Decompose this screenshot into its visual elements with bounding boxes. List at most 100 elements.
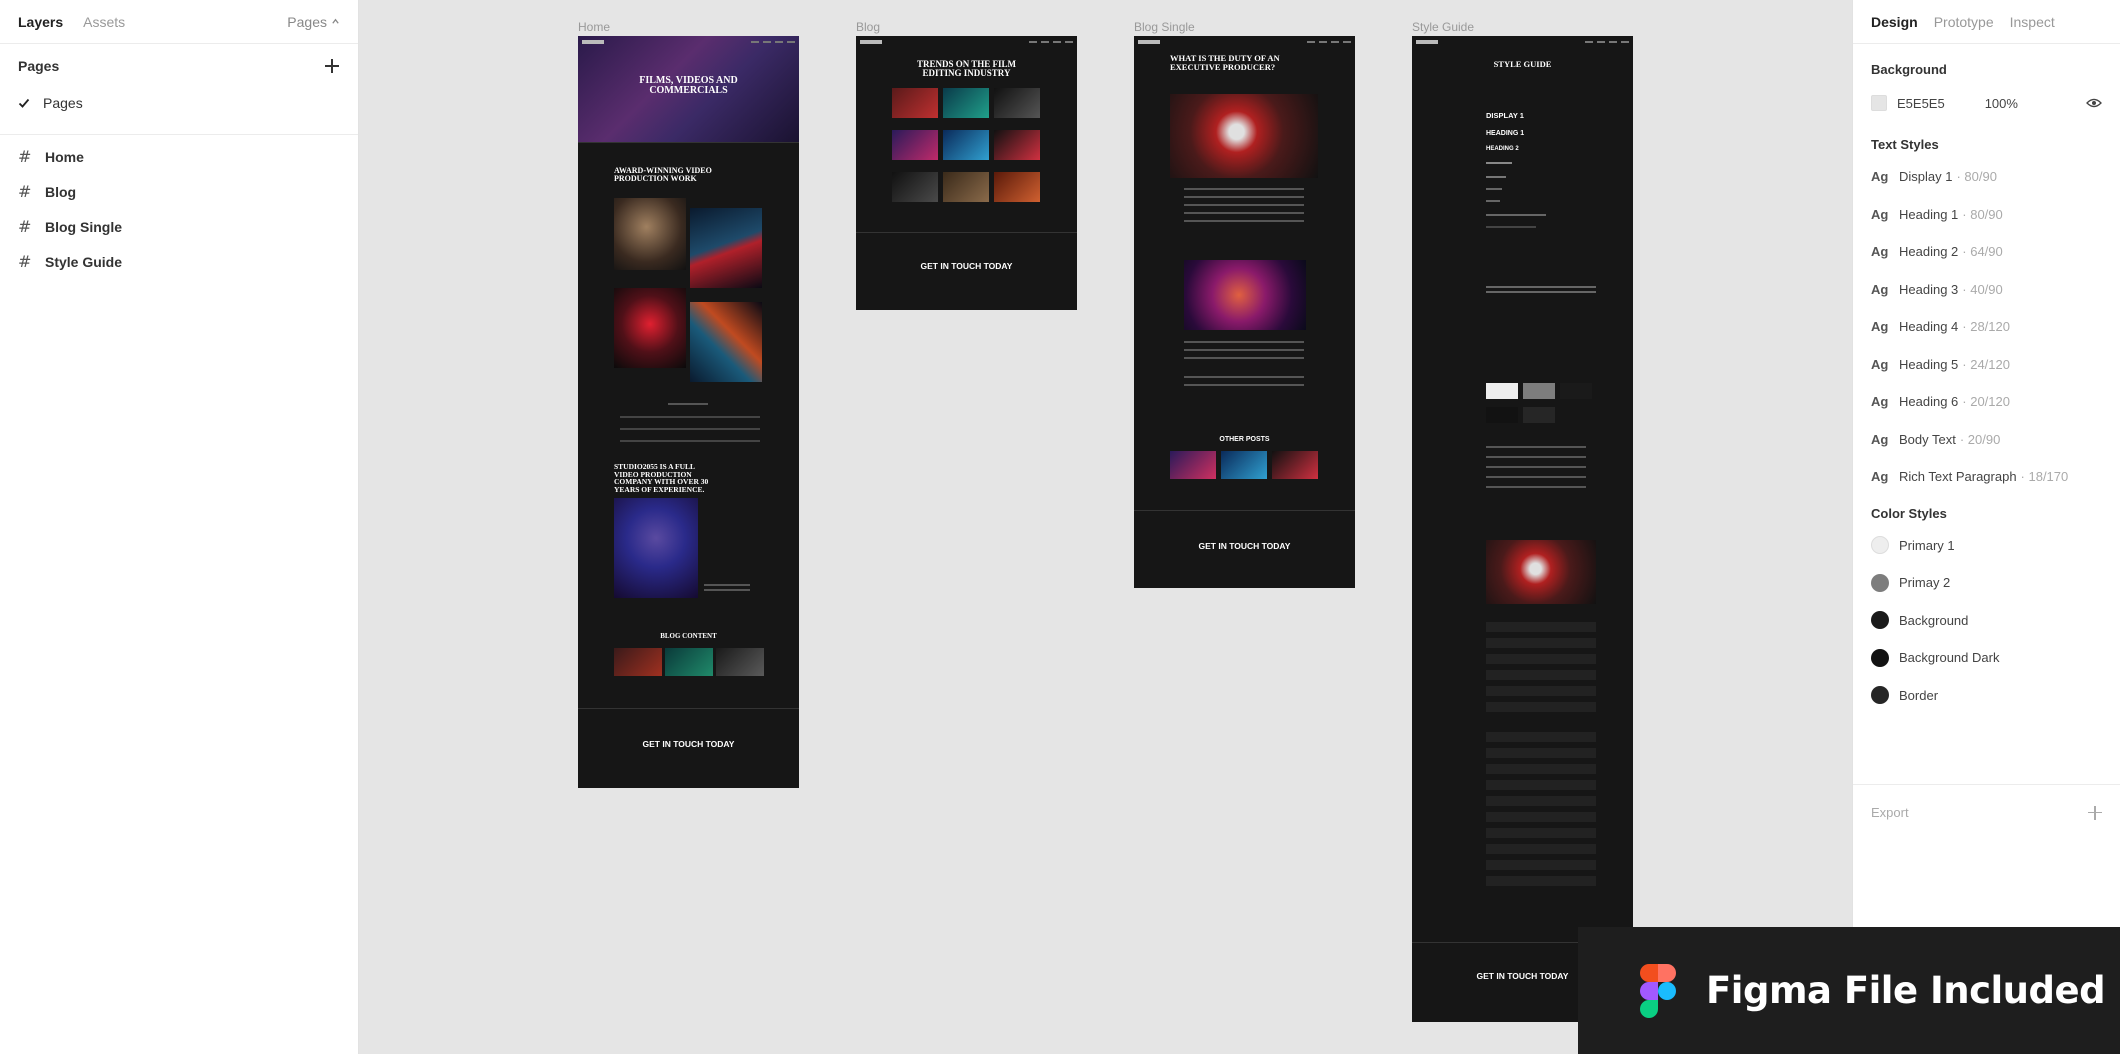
text-style-item[interactable]: Ag Rich Text Paragraph · 18/170 (1853, 458, 2120, 496)
client-logos-row-3 (620, 440, 760, 442)
tab-inspect[interactable]: Inspect (2010, 14, 2055, 30)
background-swatch[interactable] (1871, 95, 1887, 111)
text-style-item[interactable]: Ag Heading 5 · 24/120 (1853, 346, 2120, 384)
background-fill-row[interactable]: E5E5E5 100% (1853, 85, 2120, 121)
text-style-item[interactable]: Ag Heading 6 · 20/120 (1853, 383, 2120, 421)
layers-panel: Layers Assets Pages Pages Pages # Home #… (0, 0, 359, 1054)
layer-item-home[interactable]: # Home (0, 139, 358, 174)
frame-blog[interactable]: TRENDS ON THE FILM EDITING INDUSTRY GET … (856, 36, 1077, 310)
element-sample (1486, 812, 1596, 822)
text-style-item[interactable]: Ag Display 1 · 80/90 (1853, 158, 2120, 196)
footer-line (856, 232, 1077, 233)
tab-assets[interactable]: Assets (83, 14, 125, 30)
text-style-item[interactable]: Ag Body Text · 20/90 (1853, 421, 2120, 459)
text-style-item[interactable]: Ag Heading 3 · 40/90 (1853, 271, 2120, 309)
page-item-current[interactable]: Pages (0, 86, 358, 120)
add-export-icon[interactable] (2088, 805, 2102, 820)
color-swatch (1871, 648, 1889, 667)
color-style-name: Background (1899, 612, 1969, 628)
eye-icon[interactable] (2086, 98, 2102, 108)
text-style-item[interactable]: Ag Heading 2 · 64/90 (1853, 233, 2120, 271)
color-style-item[interactable]: Primary 1 (1853, 527, 2120, 565)
element-sample (1486, 860, 1596, 870)
link-sample (1486, 702, 1596, 712)
color-chip-background-dark (1486, 407, 1518, 423)
frame-style-guide[interactable]: STYLE GUIDE DISPLAY 1 HEADING 1 HEADING … (1412, 36, 1633, 1022)
text-style-spec: · 64/90 (1962, 244, 2003, 260)
text-style-spec: · 40/90 (1962, 281, 2003, 297)
text-style-item[interactable]: Ag Heading 1 · 80/90 (1853, 196, 2120, 234)
rich-text-sample (1486, 446, 1586, 448)
text-style-icon: Ag (1871, 244, 1889, 260)
text-style-icon: Ag (1871, 431, 1889, 447)
work-image-4 (690, 302, 762, 382)
heading-1-sample: HEADING 1 (1486, 130, 1525, 137)
frame-home[interactable]: FILMS, VIDEOS AND COMMERCIALS AWARD-WINN… (578, 36, 799, 788)
export-section[interactable]: Export (1853, 784, 2120, 840)
post-thumb (1170, 451, 1216, 479)
rich-text-sample (1486, 476, 1586, 478)
background-opacity[interactable]: 100% (1985, 96, 2018, 111)
about-text (704, 589, 750, 591)
layer-item-style-guide[interactable]: # Style Guide (0, 244, 358, 279)
frame-label-home[interactable]: Home (578, 20, 610, 34)
post-thumb (892, 88, 938, 118)
frame-icon: # (18, 216, 32, 236)
text-style-item[interactable]: Ag Heading 4 · 28/120 (1853, 308, 2120, 346)
pages-dropdown[interactable]: Pages (287, 14, 340, 30)
heading-sample (1486, 200, 1500, 202)
layer-item-label: Blog Single (45, 218, 122, 235)
text-style-spec: · 80/90 (1962, 206, 2003, 222)
frame-icon: # (18, 181, 32, 201)
article-text (1184, 357, 1304, 359)
about-image (614, 498, 698, 598)
design-canvas[interactable]: Home FILMS, VIDEOS AND COMMERCIALS AWARD… (360, 0, 1852, 1054)
color-style-name: Border (1899, 687, 1939, 703)
article-text (1184, 212, 1304, 214)
figma-app: Layers Assets Pages Pages Pages # Home #… (0, 0, 2120, 1054)
text-style-spec: · 28/120 (1962, 319, 2010, 335)
link-sample (1486, 622, 1596, 632)
body-sample (1486, 226, 1536, 228)
color-style-item[interactable]: Background (1853, 602, 2120, 640)
frame-blog-single[interactable]: WHAT IS THE DUTY OF AN EXECUTIVE PRODUCE… (1134, 36, 1355, 588)
frame-icon: # (18, 146, 32, 166)
element-sample (1486, 844, 1596, 854)
hero-title: WHAT IS THE DUTY OF AN EXECUTIVE PRODUCE… (1170, 53, 1280, 72)
article-image (1170, 94, 1318, 178)
color-style-item[interactable]: Background Dark (1853, 639, 2120, 677)
element-sample (1486, 732, 1596, 742)
export-label: Export (1871, 805, 1909, 820)
hero-title: STYLE GUIDE (1493, 59, 1552, 69)
layer-item-blog[interactable]: # Blog (0, 174, 358, 209)
add-page-icon[interactable] (324, 58, 340, 74)
chevron-up-icon (332, 18, 339, 24)
color-style-item[interactable]: Primay 2 (1853, 564, 2120, 602)
text-style-spec: · 20/120 (1962, 394, 2010, 410)
text-style-spec: · 80/90 (1956, 169, 1997, 185)
frame-label-style-guide[interactable]: Style Guide (1412, 20, 1474, 34)
text-styles-title: Text Styles (1871, 137, 1939, 152)
tab-prototype[interactable]: Prototype (1934, 14, 1994, 30)
article-text (1184, 196, 1304, 198)
text-style-icon: Ag (1871, 169, 1889, 185)
color-style-name: Primary 1 (1899, 537, 1955, 553)
heading-sample (1486, 188, 1502, 190)
layer-item-label: Home (45, 148, 84, 165)
frame-label-blog[interactable]: Blog (856, 20, 880, 34)
frame-nav (1138, 40, 1351, 46)
color-styles-title: Color Styles (1871, 505, 1947, 521)
post-thumb (994, 130, 1040, 160)
frame-label-blog-single[interactable]: Blog Single (1134, 20, 1195, 34)
tab-design[interactable]: Design (1871, 14, 1918, 30)
tab-layers[interactable]: Layers (18, 14, 63, 30)
hero-title: FILMS, VIDEOS AND COMMERCIALS (639, 75, 738, 96)
cta-title: GET IN TOUCH TODAY (1198, 541, 1291, 551)
background-hex[interactable]: E5E5E5 (1897, 96, 1945, 111)
layer-item-blog-single[interactable]: # Blog Single (0, 209, 358, 244)
link-sample (1486, 686, 1596, 696)
color-style-item[interactable]: Border (1853, 677, 2120, 715)
figma-logo-icon (1640, 963, 1676, 1018)
color-chip-primary-1 (1486, 383, 1518, 399)
article-text (1184, 376, 1304, 378)
